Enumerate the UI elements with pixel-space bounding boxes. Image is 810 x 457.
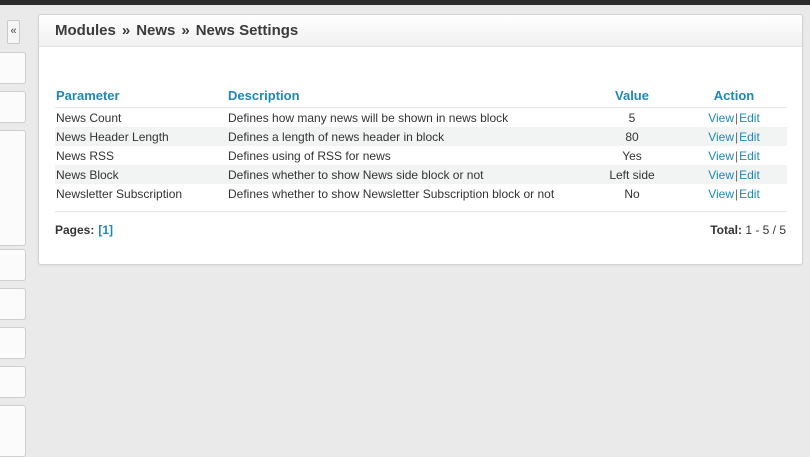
parameter-cell: News Header Length — [55, 127, 227, 146]
edit-link[interactable]: Edit — [739, 111, 760, 125]
action-separator: | — [734, 129, 739, 144]
description-cell: Defines how many news will be shown in n… — [228, 110, 509, 125]
column-header-parameter[interactable]: Parameter — [55, 85, 227, 108]
value-cell: No — [624, 186, 640, 201]
value-cell: 80 — [583, 127, 680, 146]
view-link[interactable]: View — [708, 149, 734, 163]
page-link-current[interactable]: [1] — [98, 223, 113, 237]
sidebar-item[interactable] — [0, 288, 26, 320]
action-cell: View|Edit — [680, 184, 787, 203]
sidebar-item[interactable] — [0, 327, 26, 359]
breadcrumb-separator: » — [181, 22, 190, 39]
sidebar-item[interactable] — [0, 91, 26, 123]
edit-link[interactable]: Edit — [739, 149, 760, 163]
page-title: News Settings — [195, 22, 299, 39]
parameter-cell: News Count — [56, 110, 122, 125]
breadcrumb-modules[interactable]: Modules — [55, 22, 116, 39]
table-row: News RSS Defines using of RSS for news Y… — [55, 146, 787, 165]
column-header-action: Action — [680, 85, 787, 108]
breadcrumb-news[interactable]: News — [136, 22, 175, 39]
view-link[interactable]: View — [708, 111, 734, 125]
edit-link[interactable]: Edit — [739, 187, 760, 201]
table-row: News Count Defines how many news will be… — [55, 108, 787, 128]
action-cell: View|Edit — [680, 108, 787, 128]
action-cell: View|Edit — [680, 146, 787, 165]
sidebar-item[interactable] — [0, 130, 26, 246]
sidebar-item[interactable] — [0, 405, 26, 457]
action-cell: View|Edit — [680, 165, 787, 184]
value-cell: Left side — [583, 165, 680, 184]
parameter-cell: News Block — [55, 165, 227, 184]
description-cell: Defines using of RSS for news — [228, 148, 391, 163]
settings-panel: Modules » News » News Settings Parameter Des… — [38, 14, 803, 265]
total-value: 1 - 5 / 5 — [745, 223, 786, 237]
top-bar — [0, 0, 810, 5]
sidebar: « — [0, 5, 27, 457]
sidebar-item[interactable] — [0, 366, 26, 398]
table-row: News Header Length Defines a length of n… — [55, 127, 787, 146]
parameter-cell: Newsletter Subscription — [56, 186, 183, 201]
value-cell: Yes — [622, 148, 642, 163]
breadcrumb-separator: » — [121, 22, 131, 39]
footer-divider — [55, 211, 787, 212]
view-link[interactable]: View — [708, 187, 734, 201]
edit-link[interactable]: Edit — [739, 130, 760, 144]
action-cell: View|Edit — [680, 127, 787, 146]
total-label: Total: — [710, 223, 742, 237]
parameter-cell: News RSS — [56, 148, 115, 163]
action-separator: | — [734, 148, 739, 163]
view-link[interactable]: View — [708, 130, 734, 144]
column-header-description[interactable]: Description — [227, 85, 583, 108]
action-separator: | — [734, 110, 739, 125]
pages-label: Pages: — [55, 223, 95, 237]
settings-table: Parameter Description Value Action News … — [55, 85, 787, 203]
collapse-sidebar-button[interactable]: « — [7, 20, 20, 44]
table-row: News Block Defines whether to show News … — [55, 165, 787, 184]
total-count: Total: 1 - 5 / 5 — [710, 223, 786, 237]
sidebar-item[interactable] — [0, 249, 26, 281]
action-separator: | — [734, 167, 739, 182]
table-row: Newsletter Subscription Defines whether … — [55, 184, 787, 203]
description-cell: Defines whether to show News side block … — [227, 165, 583, 184]
edit-link[interactable]: Edit — [739, 168, 760, 182]
value-cell: 5 — [628, 110, 636, 125]
description-cell: Defines whether to show Newsletter Subsc… — [228, 186, 555, 201]
sidebar-item[interactable] — [0, 52, 26, 84]
breadcrumb: Modules » News » News Settings — [39, 15, 802, 47]
action-separator: | — [734, 186, 739, 201]
column-header-value[interactable]: Value — [583, 85, 680, 108]
pagination: Pages: [1] — [55, 223, 113, 237]
description-cell: Defines a length of news header in block — [227, 127, 583, 146]
view-link[interactable]: View — [708, 168, 734, 182]
table-header-row: Parameter Description Value Action — [55, 85, 787, 108]
